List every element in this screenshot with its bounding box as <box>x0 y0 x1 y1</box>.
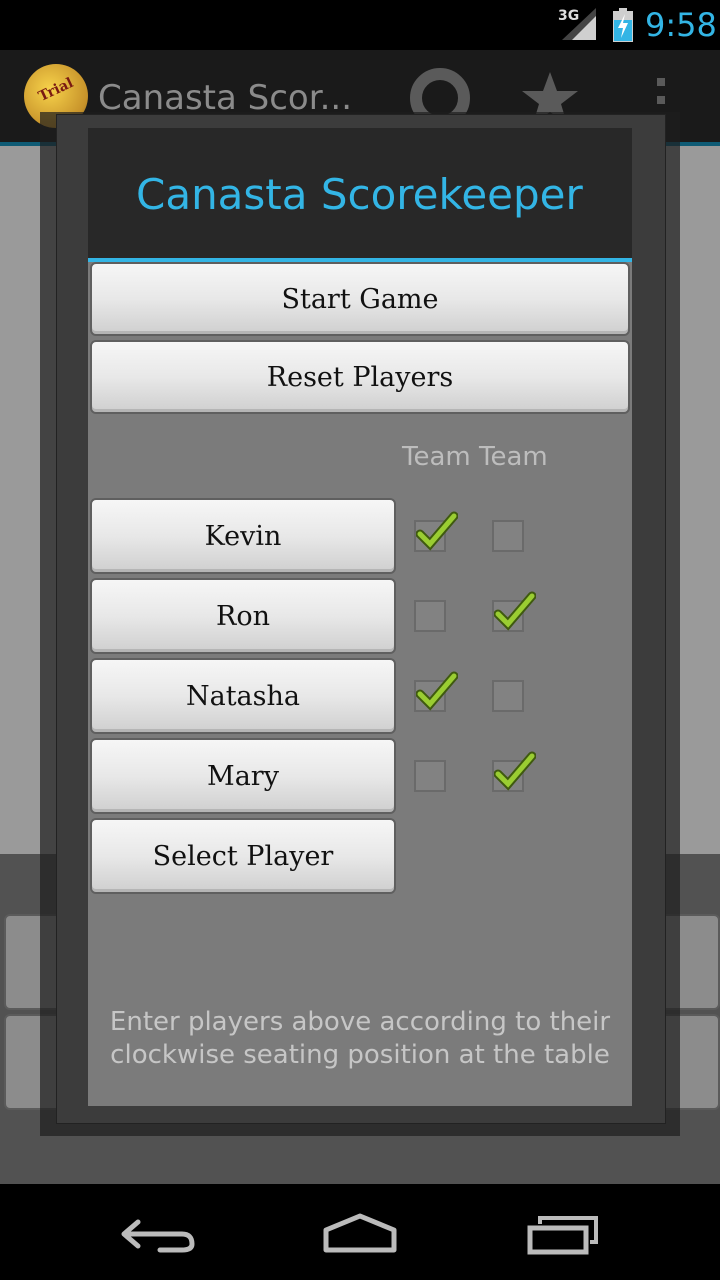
team2-checkbox-kevin[interactable] <box>492 520 524 552</box>
team1-checkbox-kevin[interactable] <box>414 511 458 552</box>
recent-apps-icon[interactable] <box>522 1212 602 1256</box>
team1-checkbox-ron[interactable] <box>414 600 446 632</box>
player-button-mary[interactable]: Mary <box>90 738 396 814</box>
reset-players-button[interactable]: Reset Players <box>90 340 630 414</box>
start-game-button[interactable]: Start Game <box>90 262 630 336</box>
team-header-2: Team <box>479 442 548 472</box>
battery-charging-icon <box>613 8 633 42</box>
team2-checkbox-natasha[interactable] <box>492 680 524 712</box>
home-icon[interactable] <box>320 1212 400 1256</box>
hint-line-2: clockwise seating position at the table <box>110 1040 610 1070</box>
signal-icon <box>562 8 596 40</box>
player-button-ron[interactable]: Ron <box>90 578 396 654</box>
team2-checkbox-ron[interactable] <box>492 591 536 632</box>
checkmark-icon <box>494 591 536 631</box>
select-player-button[interactable]: Select Player <box>90 818 396 894</box>
player-button-natasha[interactable]: Natasha <box>90 658 396 734</box>
status-bar: 3G 9:58 <box>0 0 720 50</box>
navigation-bar <box>0 1184 720 1280</box>
team1-checkbox-mary[interactable] <box>414 760 446 792</box>
logo-text: Trial <box>36 75 76 105</box>
hint-line-1: Enter players above according to their <box>109 1007 611 1037</box>
player-setup-dialog: Canasta Scorekeeper Start Game Reset Pla… <box>88 128 632 1106</box>
checkmark-icon <box>416 671 458 711</box>
team-column-headers: Team Team <box>402 442 548 472</box>
seating-hint: Enter players above according to their c… <box>108 1006 612 1072</box>
checkmark-icon <box>494 751 536 791</box>
dialog-header: Canasta Scorekeeper <box>88 128 632 262</box>
checkmark-icon <box>416 511 458 551</box>
player-button-kevin[interactable]: Kevin <box>90 498 396 574</box>
team-header-1: Team <box>402 442 471 472</box>
team1-checkbox-natasha[interactable] <box>414 671 458 712</box>
team2-checkbox-mary[interactable] <box>492 751 536 792</box>
clock: 9:58 <box>645 6 717 44</box>
back-icon[interactable] <box>120 1212 200 1256</box>
dialog-title: Canasta Scorekeeper <box>136 170 583 219</box>
